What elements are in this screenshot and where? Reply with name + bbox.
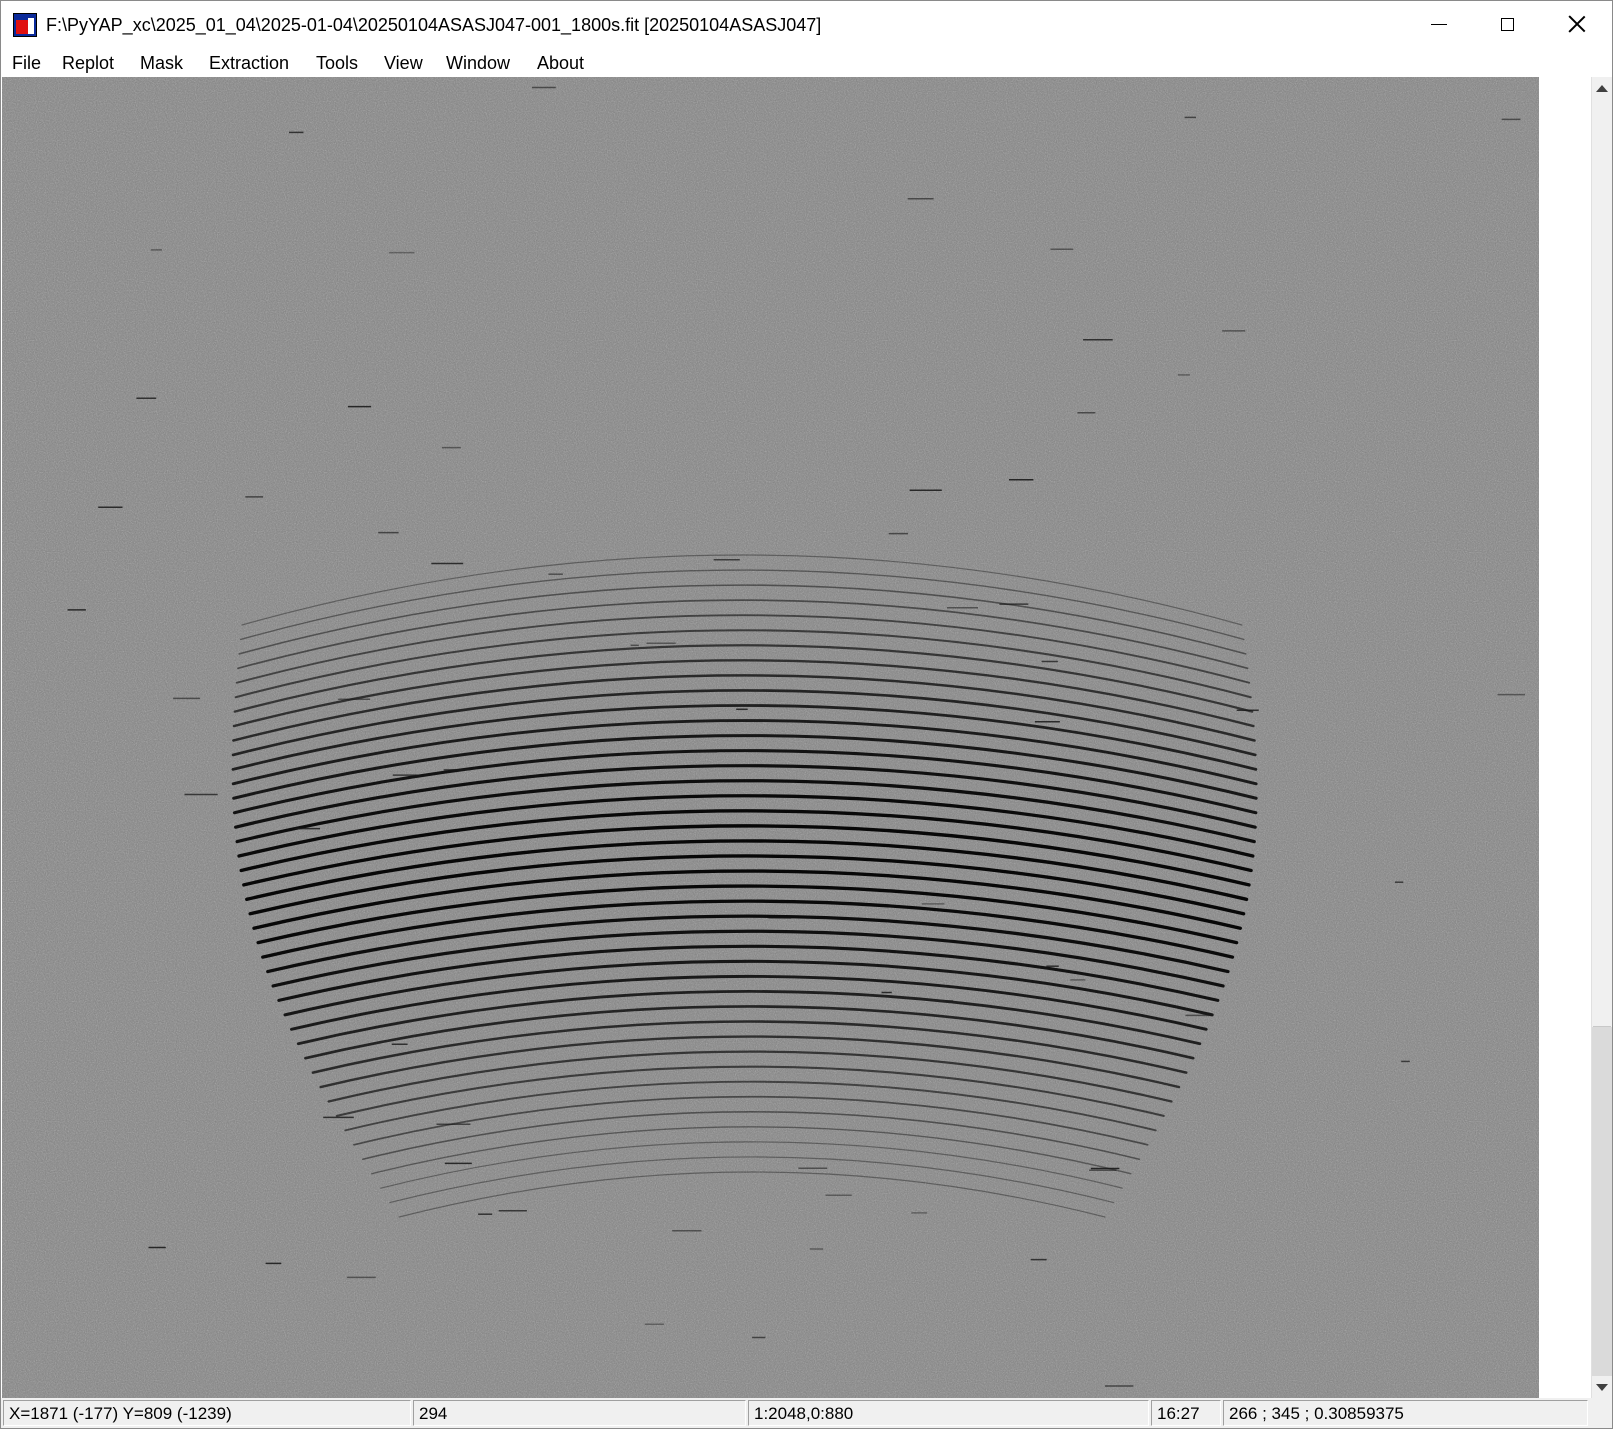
status-coordinates: X=1871 (-177) Y=809 (-1239) [3,1400,411,1426]
window-title: F:\PyYAP_xc\2025_01_04\2025-01-04\202501… [46,15,822,35]
arrow-down-icon [1596,1383,1608,1391]
menu-bar: File Replot Mask Extraction Tools View W… [1,49,1612,77]
echelle-spectrum-image[interactable] [2,77,1539,1398]
status-bar: X=1871 (-177) Y=809 (-1239) 294 1:2048,0… [1,1398,1612,1428]
menu-mask[interactable]: Mask [140,49,183,77]
spectrum-image-view[interactable] [2,77,1539,1398]
minimize-icon [1431,23,1447,25]
scroll-up-button[interactable] [1592,77,1612,99]
menu-about[interactable]: About [537,49,584,77]
menu-replot[interactable]: Replot [62,49,114,77]
sensor-noise-layer [2,77,1539,1398]
menu-view[interactable]: View [384,49,423,77]
maximize-button[interactable] [1473,1,1541,47]
scrollbar-thumb[interactable] [1593,99,1611,1027]
main-window: F:\PyYAP_xc\2025_01_04\2025-01-04\202501… [0,0,1613,1429]
status-pixel-value: 294 [413,1400,746,1426]
close-button[interactable] [1543,1,1611,47]
status-zoom: 1:2048,0:880 [748,1400,1149,1426]
arrow-up-icon [1596,84,1608,92]
scrollbar-track[interactable] [1592,1027,1612,1376]
vertical-scrollbar[interactable] [1591,77,1612,1398]
scroll-down-button[interactable] [1592,1376,1612,1398]
title-bar[interactable]: F:\PyYAP_xc\2025_01_04\2025-01-04\202501… [1,1,1612,49]
view-margin [1539,77,1591,1398]
menu-tools[interactable]: Tools [316,49,358,77]
menu-window[interactable]: Window [446,49,510,77]
status-time: 16:27 [1151,1400,1221,1426]
status-stats: 266 ; 345 ; 0.30859375 [1223,1400,1588,1426]
maximize-icon [1500,17,1514,31]
close-icon [1568,15,1586,33]
app-logo-icon[interactable] [13,13,37,37]
menu-extraction[interactable]: Extraction [209,49,289,77]
menu-file[interactable]: File [12,49,41,77]
minimize-button[interactable] [1405,1,1473,47]
